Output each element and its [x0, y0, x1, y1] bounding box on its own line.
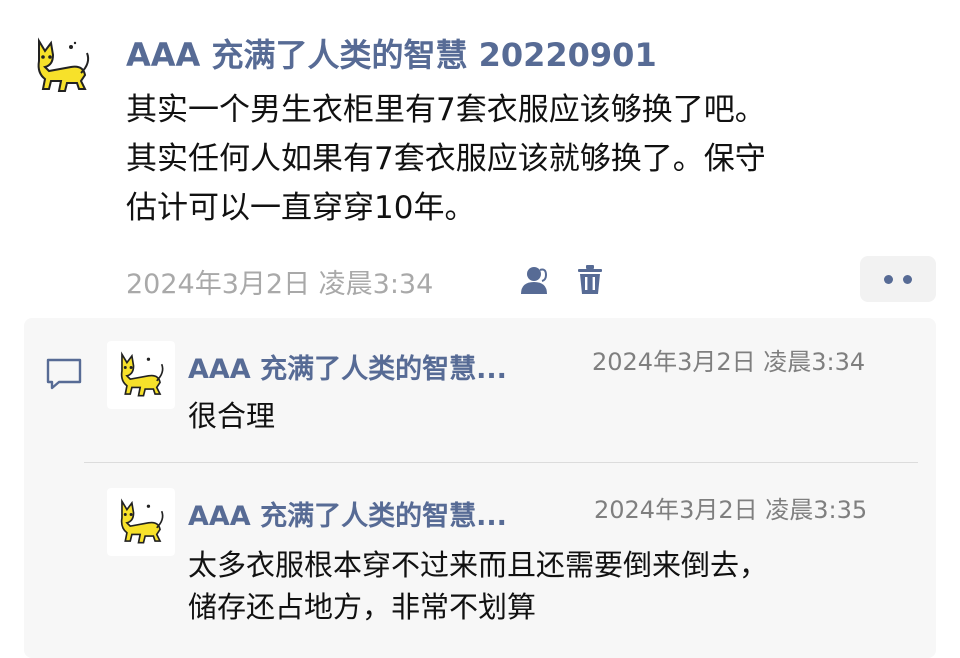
more-button[interactable] [860, 256, 936, 302]
more-dot [903, 274, 912, 284]
comment-text-line: 储存还占地方，非常不划算 [188, 590, 537, 624]
cat-icon [37, 37, 90, 92]
comment-author-name[interactable]: AAA 充满了人类的智慧... [188, 494, 507, 533]
post-line: 估计可以一直穿穿10年。 [126, 190, 476, 226]
comment-time: 2024年3月2日 凌晨3:34 [592, 348, 866, 376]
post-author-name[interactable]: AAA 充满了人类的智慧 20220901 [126, 30, 657, 76]
comment-text-line: 太多衣服根本穿不过来而且还需要倒来倒去， [188, 548, 769, 582]
trash-icon[interactable] [572, 260, 608, 300]
post-content: 其实一个男生衣柜里有7套衣服应该够换了吧。 其实任何人如果有7套衣服应该就够换了… [126, 86, 926, 233]
comment-avatar[interactable] [107, 341, 175, 409]
cat-icon [120, 498, 164, 544]
comment-divider [84, 462, 918, 463]
post-timestamp: 2024年3月2日 凌晨3:34 [126, 269, 434, 300]
more-dot [884, 274, 893, 284]
post-avatar[interactable] [30, 34, 94, 98]
post-line: 其实一个男生衣柜里有7套衣服应该够换了吧。 [126, 92, 766, 128]
comment-icon [44, 354, 84, 394]
comment-avatar[interactable] [107, 488, 175, 556]
cat-icon [120, 351, 164, 397]
comment-time: 2024年3月2日 凌晨3:35 [594, 496, 868, 524]
comment-author-name[interactable]: AAA 充满了人类的智慧... [188, 347, 507, 386]
contacts-icon[interactable] [514, 260, 554, 300]
comment-text: 很合理 [188, 399, 276, 433]
post-line: 其实任何人如果有7套衣服应该就够换了。保守 [126, 141, 766, 177]
